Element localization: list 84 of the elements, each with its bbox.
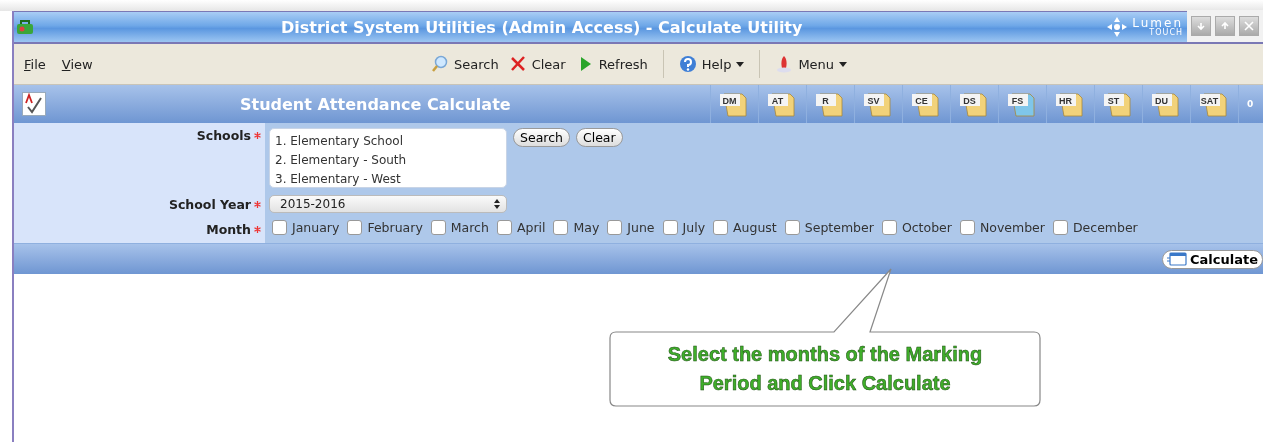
checkbox[interactable]	[784, 220, 800, 235]
folder-icon	[1104, 90, 1134, 118]
checkbox[interactable]	[607, 220, 623, 235]
field-label: Month	[206, 222, 251, 237]
field-label: School Year	[168, 197, 251, 212]
folder-icon	[1056, 90, 1086, 118]
module-folder-button[interactable]: AT	[758, 85, 806, 123]
close-button[interactable]	[1239, 16, 1259, 36]
window-icon	[1167, 252, 1187, 266]
menu-item[interactable]: View	[61, 56, 93, 72]
close-icon	[1243, 20, 1255, 32]
pill-button[interactable]: Search	[513, 128, 570, 147]
folder-icon	[816, 90, 846, 118]
updown-arrows-icon	[494, 199, 500, 209]
module-folder-button[interactable]: CE	[902, 85, 950, 123]
checkbox-label: October	[901, 220, 952, 235]
checkbox[interactable]	[959, 220, 975, 235]
field-label: Schools	[196, 128, 251, 143]
checkbox-label: December	[1072, 220, 1138, 235]
checkbox-label: September	[804, 220, 874, 235]
down-arrow-icon	[1195, 20, 1207, 32]
checkbox[interactable]	[553, 220, 569, 235]
checkbox[interactable]	[496, 220, 512, 235]
module-folder-button[interactable]: SV	[854, 85, 902, 123]
checkbox-label: June	[627, 220, 655, 235]
toolbar-button[interactable]: Refresh	[572, 53, 651, 75]
folder-icon	[960, 90, 990, 118]
module-folder-button[interactable]: DS	[950, 85, 998, 123]
callout-text: Select the months of the Marking Period and Click Calculate	[666, 342, 984, 396]
list-item[interactable]: 3. Elementary - West	[275, 170, 501, 189]
window-title: District System Utilities (Admin Access) - Calculate Utility	[280, 17, 804, 37]
folder-icon	[768, 90, 798, 118]
module-folder-button[interactable]: FS	[998, 85, 1046, 123]
checkbox[interactable]	[881, 220, 897, 235]
toolbar-button[interactable]: Search	[428, 53, 502, 75]
checkbox[interactable]	[662, 220, 678, 235]
checkbox[interactable]	[430, 220, 446, 235]
checkbox[interactable]	[1052, 220, 1068, 235]
toolbar-button[interactable]: Clear	[505, 53, 569, 75]
toolbox-icon	[16, 19, 34, 35]
checkbox[interactable]	[713, 220, 729, 235]
checkbox-label: August	[733, 220, 777, 235]
folder-icon	[1008, 90, 1038, 118]
checkbox[interactable]	[347, 220, 363, 235]
folder-icon	[864, 90, 894, 118]
toolbar-button[interactable]: Menu	[772, 53, 851, 75]
spellcheck-icon	[22, 92, 46, 116]
module-folder-button[interactable]: DU	[1142, 85, 1190, 123]
menu-item[interactable]: File	[24, 56, 46, 72]
section-title: Student Attendance Calculate	[240, 94, 512, 114]
checkbox[interactable]	[272, 220, 287, 235]
checkbox-label: May	[573, 220, 600, 235]
folder-icon	[1152, 90, 1182, 118]
checkbox-label: July	[682, 220, 706, 235]
up-arrow-icon	[1219, 20, 1231, 32]
cross-icon	[508, 55, 527, 73]
logo-text: Lumen	[1132, 17, 1183, 29]
module-folder-button[interactable]: DM	[710, 85, 758, 123]
toolbar-button[interactable]: Help	[675, 53, 748, 75]
calculate-button[interactable]: Calculate	[1162, 249, 1263, 269]
module-folder-button[interactable]: SAT	[1190, 85, 1238, 123]
folder-icon	[912, 90, 942, 118]
help-icon	[678, 55, 697, 73]
module-folder-button[interactable]: R	[806, 85, 854, 123]
module-folder-button[interactable]: ST	[1094, 85, 1142, 123]
checkbox-label: April	[516, 220, 546, 235]
rocket-icon	[775, 55, 794, 73]
folder-icon	[720, 90, 750, 118]
logo-subtext: TOUCH	[1149, 29, 1183, 37]
magnifier-icon	[431, 55, 449, 73]
maximize-button[interactable]	[1215, 16, 1235, 36]
checkbox-label: November	[979, 220, 1045, 235]
compass-logo-icon	[1106, 16, 1129, 38]
pill-button[interactable]: Clear	[575, 128, 623, 147]
folder-icon	[1200, 90, 1230, 118]
minimize-button[interactable]	[1191, 16, 1211, 36]
checkbox-label: February	[367, 220, 423, 235]
school-year-select[interactable]: 2015-2016	[269, 195, 507, 213]
list-item[interactable]: 2. Elementary - South	[275, 151, 501, 170]
module-folder-button[interactable]: HR	[1046, 85, 1094, 123]
checkbox-label: March	[450, 220, 489, 235]
list-item[interactable]: 1. Elementary School	[275, 132, 501, 151]
schools-list[interactable]: 1. Elementary School 2. Elementary - South 3. Elementary - West	[269, 128, 507, 188]
checkbox-label: January	[292, 220, 340, 235]
